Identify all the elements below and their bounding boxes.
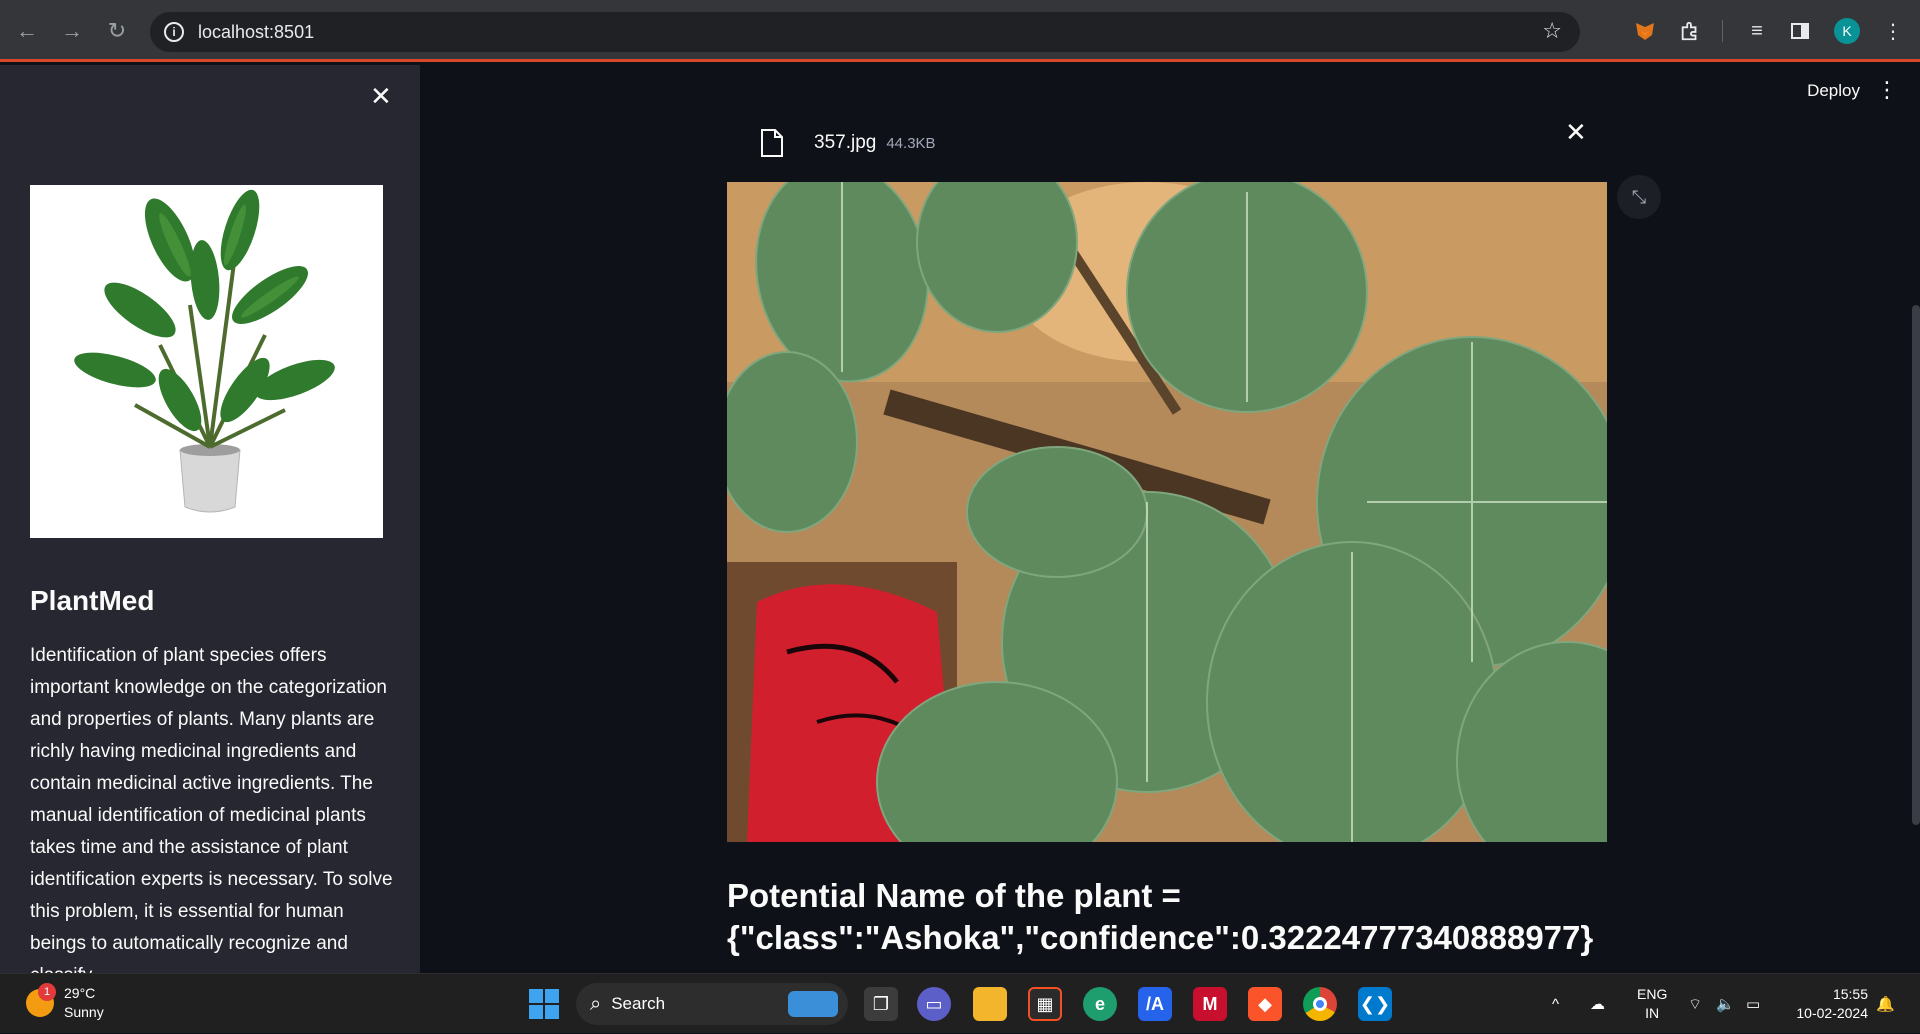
- uploaded-file: 357.jpg 44.3KB: [760, 120, 1620, 166]
- reload-icon[interactable]: ↻: [100, 14, 134, 48]
- edge-icon[interactable]: e: [1083, 987, 1117, 1021]
- battery-icon[interactable]: ▭: [1746, 974, 1760, 1034]
- weather-condition: Sunny: [64, 1004, 104, 1020]
- chrome-icon[interactable]: [1303, 987, 1337, 1021]
- uploaded-plant-photo: [727, 182, 1607, 842]
- info-icon[interactable]: i: [164, 22, 184, 42]
- scrollbar[interactable]: [1912, 305, 1920, 825]
- taskbar: 1 29°C Sunny ⌕ Search ❐ ▭ ▦ e /A M ◆ ❮❯ …: [0, 973, 1920, 1033]
- weather-temp: 29°C: [64, 985, 96, 1001]
- weather-widget[interactable]: 1 29°C Sunny: [26, 983, 104, 1022]
- star-icon[interactable]: ☆: [1542, 18, 1562, 44]
- plant-illustration: [30, 185, 383, 538]
- fox-extension-icon[interactable]: [1630, 16, 1660, 46]
- remove-file-button[interactable]: ✕: [1565, 117, 1587, 148]
- store-icon[interactable]: ▦: [1028, 987, 1062, 1021]
- volume-icon[interactable]: 🔈: [1716, 974, 1735, 1034]
- address-bar[interactable]: i localhost:8501 ☆: [150, 12, 1580, 52]
- taskbar-search[interactable]: ⌕ Search: [576, 983, 848, 1025]
- media-queue-icon[interactable]: ≡: [1742, 16, 1772, 46]
- region-code: IN: [1645, 1005, 1660, 1021]
- notifications-bell-icon[interactable]: 🔔: [1876, 974, 1895, 1034]
- result-json: {"class":"Ashoka","confidence":0.3222477…: [727, 919, 1594, 956]
- task-view-icon[interactable]: ❐: [864, 987, 898, 1021]
- teams-chat-icon[interactable]: ▭: [917, 987, 951, 1021]
- vscode-icon[interactable]: ❮❯: [1358, 987, 1392, 1021]
- prediction-result: Potential Name of the plant = {"class":"…: [727, 875, 1827, 959]
- clock-time: 15:55: [1832, 986, 1868, 1002]
- browser-toolbar: ← → ↻ i localhost:8501 ☆ ≡ K ⋮: [0, 0, 1920, 62]
- language-indicator[interactable]: ENG IN: [1637, 985, 1667, 1023]
- brave-icon[interactable]: ◆: [1248, 987, 1282, 1021]
- mcafee-icon[interactable]: M: [1193, 987, 1227, 1021]
- search-label: Search: [611, 994, 666, 1013]
- sidebar-close-button[interactable]: ✕: [370, 81, 392, 112]
- wifi-icon[interactable]: ⌔: [1688, 974, 1702, 1034]
- forward-icon[interactable]: →: [55, 14, 89, 48]
- url-text: localhost:8501: [198, 21, 315, 42]
- result-label: Potential Name of the plant =: [727, 877, 1181, 914]
- toolbar-divider: [1722, 20, 1723, 42]
- main-menu-icon[interactable]: ⋮: [1876, 77, 1898, 103]
- widgets-icon: [788, 991, 838, 1017]
- puzzle-extensions-icon[interactable]: [1675, 16, 1705, 46]
- app-title: PlantMed: [30, 585, 155, 616]
- onedrive-icon[interactable]: ☁: [1590, 974, 1605, 1034]
- clock[interactable]: 15:55 10-02-2024: [1788, 985, 1868, 1023]
- back-icon[interactable]: ←: [10, 14, 44, 48]
- sun-icon: 1: [26, 983, 56, 1017]
- fullscreen-icon[interactable]: ⤡: [1617, 175, 1661, 219]
- sidebar: ✕ PlantMed Identification of plant speci…: [0, 65, 420, 973]
- file-icon: [761, 129, 783, 157]
- notification-badge: 1: [38, 983, 56, 1001]
- file-name: 357.jpg: [814, 132, 877, 153]
- terminal-app-icon[interactable]: /A: [1138, 987, 1172, 1021]
- profile-avatar[interactable]: K: [1834, 18, 1860, 44]
- main-content: Deploy ⋮ 357.jpg 44.3KB ✕ ⤡ Potential Na…: [420, 65, 1920, 973]
- lang-code: ENG: [1637, 986, 1668, 1002]
- menu-kebab-icon[interactable]: ⋮: [1878, 16, 1908, 46]
- app-description: Identification of plant species offers i…: [30, 645, 393, 973]
- side-panel-icon[interactable]: [1785, 16, 1815, 46]
- clock-date: 10-02-2024: [1796, 1005, 1868, 1021]
- file-size: 44.3KB: [886, 134, 936, 152]
- deploy-button[interactable]: Deploy: [1807, 81, 1860, 101]
- search-icon: ⌕: [590, 992, 602, 1015]
- file-explorer-icon[interactable]: [973, 987, 1007, 1021]
- windows-start-icon[interactable]: [529, 989, 559, 1019]
- tray-chevron-icon[interactable]: ^: [1552, 974, 1559, 1034]
